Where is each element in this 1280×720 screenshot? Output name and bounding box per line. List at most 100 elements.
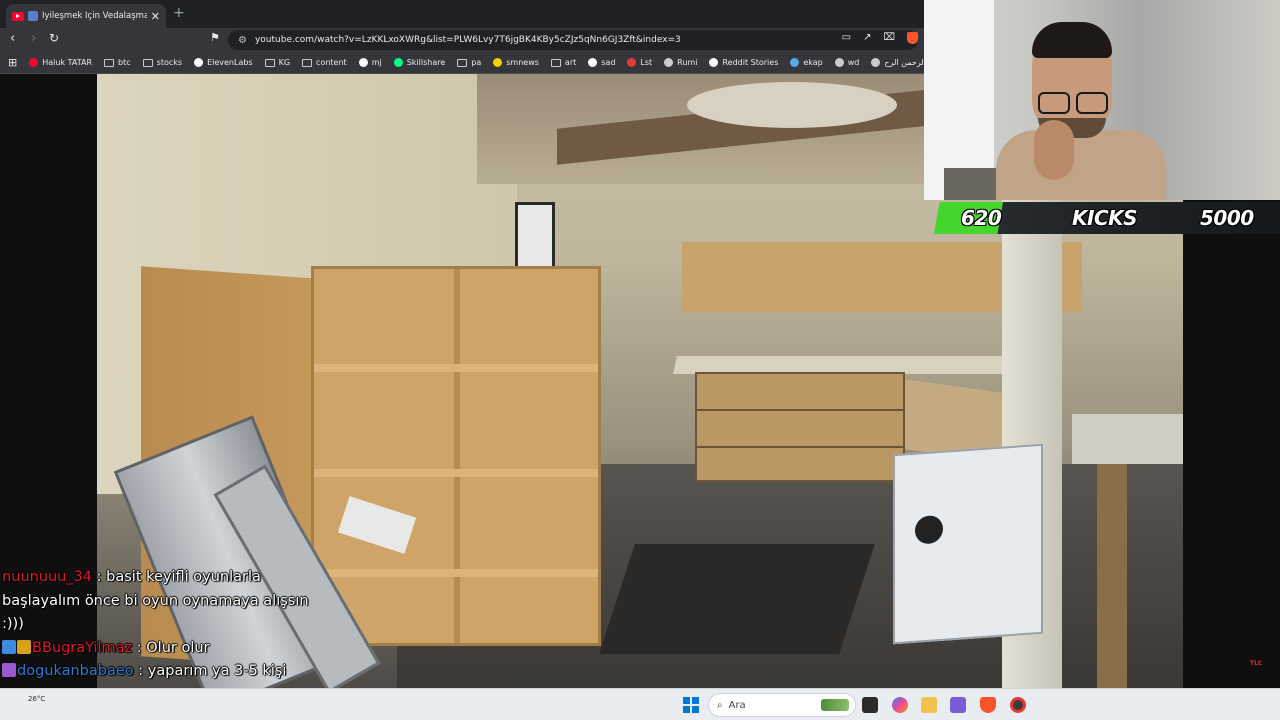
bookmark-label: ElevenLabs (207, 58, 253, 67)
windows-taskbar: 26°C ⌕ Ara (0, 688, 1280, 720)
kicks-current: 620 (961, 206, 1002, 230)
obs-icon[interactable] (1010, 697, 1026, 713)
bookmark-label: Lst (640, 58, 653, 67)
close-icon[interactable]: ✕ (151, 10, 160, 23)
bookmark-item[interactable]: content (302, 58, 347, 67)
chat-text: Olur olur (146, 639, 210, 656)
bookmark-item[interactable]: art (550, 58, 577, 67)
folder-icon (302, 58, 313, 67)
browser-tab[interactable]: İyileşmek İçin Vedalaşmak Şu ✕ (6, 4, 166, 28)
address-url: youtube.com/watch?v=LzKKLxoXWRg&list=PLW… (254, 35, 681, 45)
github-icon (358, 58, 368, 67)
book-icon (871, 58, 881, 67)
bookmark-label: ekap (803, 58, 823, 67)
bookmark-label: Rumi (677, 58, 698, 67)
tab-favicon-icon (28, 11, 38, 21)
chat-message: BBugraYilmaz : Olur olur (2, 637, 302, 661)
bookmark-label: mj (371, 58, 382, 67)
apps-icon[interactable]: ⊞ (8, 56, 17, 69)
cast-icon[interactable]: ▭ (842, 32, 851, 44)
bookmark-label: KG (278, 58, 291, 67)
bookmark-item[interactable]: Lst (627, 58, 652, 67)
skillshare-icon (393, 58, 403, 67)
bookmark-item[interactable]: pa (457, 58, 481, 67)
chat-message: :))) (2, 613, 302, 637)
elevenlabs-icon (194, 58, 204, 67)
folder-icon (142, 58, 153, 67)
chat-username: nuunuuu_34 (2, 569, 93, 585)
chat-overlay: nuunuuu_34 : basit keyifli oyunlarla başl… (2, 566, 309, 707)
bookmark-icon[interactable]: ⚑ (210, 31, 220, 44)
new-tab-button[interactable]: + (173, 5, 185, 21)
chat-text: basit keyifli oyunlarla (106, 569, 261, 585)
bookmark-label: sad (601, 58, 616, 67)
back-icon[interactable]: ‹ (10, 31, 15, 46)
bookmark-item[interactable]: ElevenLabs (194, 58, 253, 67)
youtube-icon (12, 11, 24, 21)
screen: İyileşmek İçin Vedalaşmak Şu ✕ + ‹ › ↻ ⚑… (0, 0, 1280, 720)
chat-message: nuunuuu_34 : basit keyifli oyunlarla (2, 569, 261, 585)
bookmark-label: Skillshare (406, 58, 446, 67)
channel-logo: TLC (1250, 660, 1263, 667)
address-bar[interactable]: ⚙ youtube.com/watch?v=LzKKLxoXWRg&list=P… (228, 30, 918, 50)
d-icon (709, 58, 719, 67)
sub-badge (2, 639, 16, 654)
folder-icon (104, 58, 115, 67)
share-icon[interactable]: ↗ (863, 32, 871, 44)
bookmark-item[interactable]: btc (104, 58, 131, 67)
browser-tab-bar: İyileşmek İçin Vedalaşmak Şu ✕ + (0, 0, 924, 28)
bookmark-item[interactable]: Rumi (664, 58, 697, 67)
brave-shield-icon[interactable] (907, 32, 918, 44)
bookmark-label: smnews (506, 58, 539, 67)
bookmark-item[interactable]: ekap (790, 58, 823, 67)
reload-icon[interactable]: ↻ (49, 31, 59, 45)
bookmark-item[interactable]: الله الرحمن الرح... (871, 58, 924, 67)
crown-badge (17, 639, 31, 654)
kicks-label: KICKS (1072, 206, 1138, 230)
bookmarks-bar: ⊞ Haluk TATAR btc stocks ElevenLabs KG conten… (0, 52, 924, 74)
bookmark-item[interactable]: stocks (142, 58, 183, 67)
bookmark-label: Reddit Stories (722, 58, 779, 67)
folder-icon (550, 58, 561, 67)
snipping-tool-icon[interactable] (950, 697, 966, 713)
forward-icon[interactable]: › (31, 31, 36, 46)
kicks-goal: 5000 (1200, 206, 1254, 230)
windows-start-icon[interactable] (683, 697, 699, 713)
file-explorer-icon[interactable] (921, 697, 937, 713)
task-view-icon[interactable] (862, 697, 878, 713)
bookmark-item[interactable]: wd (834, 58, 860, 67)
bookmark-item[interactable]: Reddit Stories (709, 58, 778, 67)
brave-browser-icon[interactable] (980, 697, 996, 713)
site-info-icon[interactable]: ⚙ (238, 35, 247, 46)
weather-widget[interactable]: 26°C (28, 695, 45, 703)
folder-icon (457, 58, 468, 67)
bookmark-label: wd (847, 58, 860, 67)
bookmark-label: btc (118, 58, 131, 67)
webcam-overlay (924, 0, 1280, 200)
search-highlight-image (821, 699, 849, 711)
bookmark-item[interactable]: smnews (493, 58, 539, 67)
copilot-icon[interactable] (892, 697, 908, 713)
chat-text: başlayalım önce bi oyun oynamaya alışsın (2, 592, 309, 609)
bookmark-item[interactable]: sad (588, 58, 615, 67)
s-icon (627, 58, 637, 67)
kicks-goal-bar: 620 KICKS 5000 (934, 200, 1280, 236)
tab-title: İyileşmek İçin Vedalaşmak Şu (42, 11, 147, 21)
globe-icon (664, 58, 674, 67)
bookmark-label: pa (471, 58, 482, 67)
smile-icon (493, 58, 503, 67)
translate-icon[interactable]: ⌧ (883, 32, 895, 44)
bookmark-label: Haluk TATAR (42, 58, 93, 67)
browser-toolbar: ‹ › ↻ ⚑ ⚙ youtube.com/watch?v=LzKKLxoXWR… (0, 28, 924, 52)
bookmark-label: content (316, 58, 347, 67)
slash-icon (588, 58, 598, 67)
bookmark-label: stocks (156, 58, 183, 67)
folder-icon (264, 58, 275, 67)
taskbar-search[interactable]: ⌕ Ara (708, 693, 856, 717)
bookmark-item[interactable]: KG (264, 58, 291, 67)
bookmark-label: art (564, 58, 577, 67)
bookmark-item[interactable]: Haluk TATAR (29, 58, 92, 67)
bookmark-item[interactable]: Skillshare (393, 58, 446, 67)
bookmark-item[interactable]: mj (358, 58, 382, 67)
chat-text: yaparım ya 3-5 kişi (147, 663, 287, 679)
